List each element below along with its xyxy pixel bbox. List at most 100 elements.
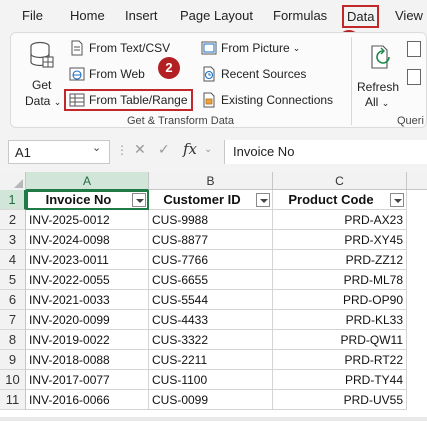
chevron-down-icon: ⌄: [53, 97, 62, 107]
table-cell[interactable]: PRD-ZZ12: [273, 250, 407, 270]
from-text-csv-button[interactable]: From Text/CSV: [69, 40, 170, 56]
table-cell[interactable]: PRD-ML78: [273, 270, 407, 290]
table-cell[interactable]: INV-2018-0088: [26, 350, 149, 370]
insert-function-button[interactable]: fx: [183, 140, 197, 158]
table-header-cell[interactable]: Product Code: [273, 190, 407, 210]
from-table-range-label: From Table/Range: [89, 93, 188, 107]
corner-triangle-icon: [14, 179, 23, 188]
cancel-icon[interactable]: ✕: [134, 141, 146, 158]
table-cell[interactable]: INV-2025-0012: [26, 210, 149, 230]
refresh-all-label-2: All ⌄: [365, 95, 390, 109]
row-header-2[interactable]: 2: [0, 210, 26, 230]
database-icon: [30, 41, 54, 68]
table-cell[interactable]: INV-2022-0055: [26, 270, 149, 290]
connections-icon: [203, 92, 215, 108]
recent-sources-button[interactable]: Recent Sources: [201, 66, 306, 82]
menu-view[interactable]: View: [395, 8, 423, 23]
table-cell[interactable]: CUS-3322: [149, 330, 273, 350]
table-cell[interactable]: INV-2016-0066: [26, 390, 149, 410]
menu-insert[interactable]: Insert: [125, 8, 158, 23]
table-cell[interactable]: CUS-9988: [149, 210, 273, 230]
table-cell[interactable]: INV-2023-0011: [26, 250, 149, 270]
table-cell[interactable]: INV-2017-0077: [26, 370, 149, 390]
table-cell[interactable]: PRD-XY45: [273, 230, 407, 250]
table-cell[interactable]: PRD-UV55: [273, 390, 407, 410]
chevron-down-icon: ⌄: [292, 42, 301, 53]
more-icon: ⋮: [116, 143, 128, 157]
chevron-down-icon[interactable]: ⌄: [92, 141, 101, 154]
existing-connections-label: Existing Connections: [221, 93, 334, 107]
column-header-a[interactable]: A: [26, 172, 149, 191]
table-cell[interactable]: CUS-0099: [149, 390, 273, 410]
get-data-label: Get: [32, 78, 52, 92]
menu-file[interactable]: File: [22, 8, 43, 23]
table-cell[interactable]: PRD-AX23: [273, 210, 407, 230]
row-header-1[interactable]: 1: [0, 190, 26, 210]
table-cell[interactable]: CUS-6655: [149, 270, 273, 290]
table-cell[interactable]: PRD-QW11: [273, 330, 407, 350]
row-header-3[interactable]: 3: [0, 230, 26, 250]
table-cell[interactable]: PRD-OP90: [273, 290, 407, 310]
column-header-b[interactable]: B: [149, 172, 273, 190]
formula-input[interactable]: Invoice No: [224, 140, 427, 164]
empty-column-area: [407, 190, 427, 421]
menu-page-layout[interactable]: Page Layout: [180, 8, 253, 23]
from-web-button[interactable]: From Web: [69, 66, 145, 82]
table-cell[interactable]: INV-2024-0098: [26, 230, 149, 250]
formula-bar: A1 ⌄ ⋮ ✕ ✓ fx ⌄ Invoice No: [0, 132, 427, 172]
row-header-9[interactable]: 9: [0, 350, 26, 370]
table-cell[interactable]: INV-2020-0099: [26, 310, 149, 330]
row-header-5[interactable]: 5: [0, 270, 26, 290]
select-all-corner[interactable]: [0, 172, 26, 190]
filter-dropdown-icon[interactable]: [256, 193, 270, 207]
row-header-4[interactable]: 4: [0, 250, 26, 270]
column-header-c[interactable]: C: [273, 172, 407, 190]
from-picture-button[interactable]: From Picture ⌄: [201, 40, 300, 56]
properties-icon[interactable]: [407, 69, 421, 85]
grid-bottom-edge: [0, 417, 427, 421]
ribbon-panel: Get Data ⌄ From Text/CSV From Web From T…: [10, 32, 427, 128]
from-table-range-button[interactable]: From Table/Range: [64, 89, 193, 111]
table-cell[interactable]: PRD-RT22: [273, 350, 407, 370]
table-cell[interactable]: PRD-TY44: [273, 370, 407, 390]
table-cell[interactable]: CUS-4433: [149, 310, 273, 330]
recent-sources-icon: [203, 66, 215, 82]
text-file-icon: [71, 40, 83, 56]
row-header-10[interactable]: 10: [0, 370, 26, 390]
queries-connections-icon[interactable]: [407, 41, 421, 57]
menu-home[interactable]: Home: [70, 8, 105, 23]
recent-sources-label: Recent Sources: [221, 67, 307, 81]
table-cell[interactable]: CUS-8877: [149, 230, 273, 250]
refresh-icon: [371, 45, 390, 69]
row-header-7[interactable]: 7: [0, 310, 26, 330]
chevron-down-icon: ⌄: [381, 98, 390, 108]
table-cell[interactable]: CUS-1100: [149, 370, 273, 390]
picture-icon: [201, 41, 217, 55]
row-header-8[interactable]: 8: [0, 330, 26, 350]
table-cell[interactable]: CUS-7766: [149, 250, 273, 270]
refresh-all-label: Refresh: [357, 80, 400, 94]
from-web-label: From Web: [89, 67, 145, 81]
menu-data[interactable]: Data: [342, 5, 380, 28]
check-icon[interactable]: ✓: [158, 141, 170, 158]
table-cell[interactable]: CUS-5544: [149, 290, 273, 310]
table-header-cell[interactable]: Invoice No: [26, 190, 149, 210]
chevron-down-icon[interactable]: ⌄: [204, 144, 212, 155]
table-header-cell[interactable]: Customer ID: [149, 190, 273, 210]
existing-connections-button[interactable]: Existing Connections: [201, 92, 333, 108]
row-header-11[interactable]: 11: [0, 390, 26, 410]
refresh-all-button[interactable]: Refresh All ⌄: [357, 37, 405, 109]
table-cell[interactable]: CUS-2211: [149, 350, 273, 370]
row-header-6[interactable]: 6: [0, 290, 26, 310]
table-cell[interactable]: PRD-KL33: [273, 310, 407, 330]
get-data-button[interactable]: Get Data ⌄: [19, 37, 63, 109]
filter-dropdown-icon[interactable]: [390, 193, 404, 207]
menu-formulas[interactable]: Formulas: [273, 8, 327, 23]
table-cell[interactable]: INV-2019-0022: [26, 330, 149, 350]
menu-bar: File Home Insert Page Layout Formulas Da…: [0, 0, 427, 32]
table-cell[interactable]: INV-2021-0033: [26, 290, 149, 310]
group-label-get-transform: Get & Transform Data: [127, 115, 234, 127]
step-badge-2: 2: [158, 57, 180, 79]
filter-dropdown-icon[interactable]: [132, 193, 146, 207]
group-separator: [351, 37, 352, 125]
